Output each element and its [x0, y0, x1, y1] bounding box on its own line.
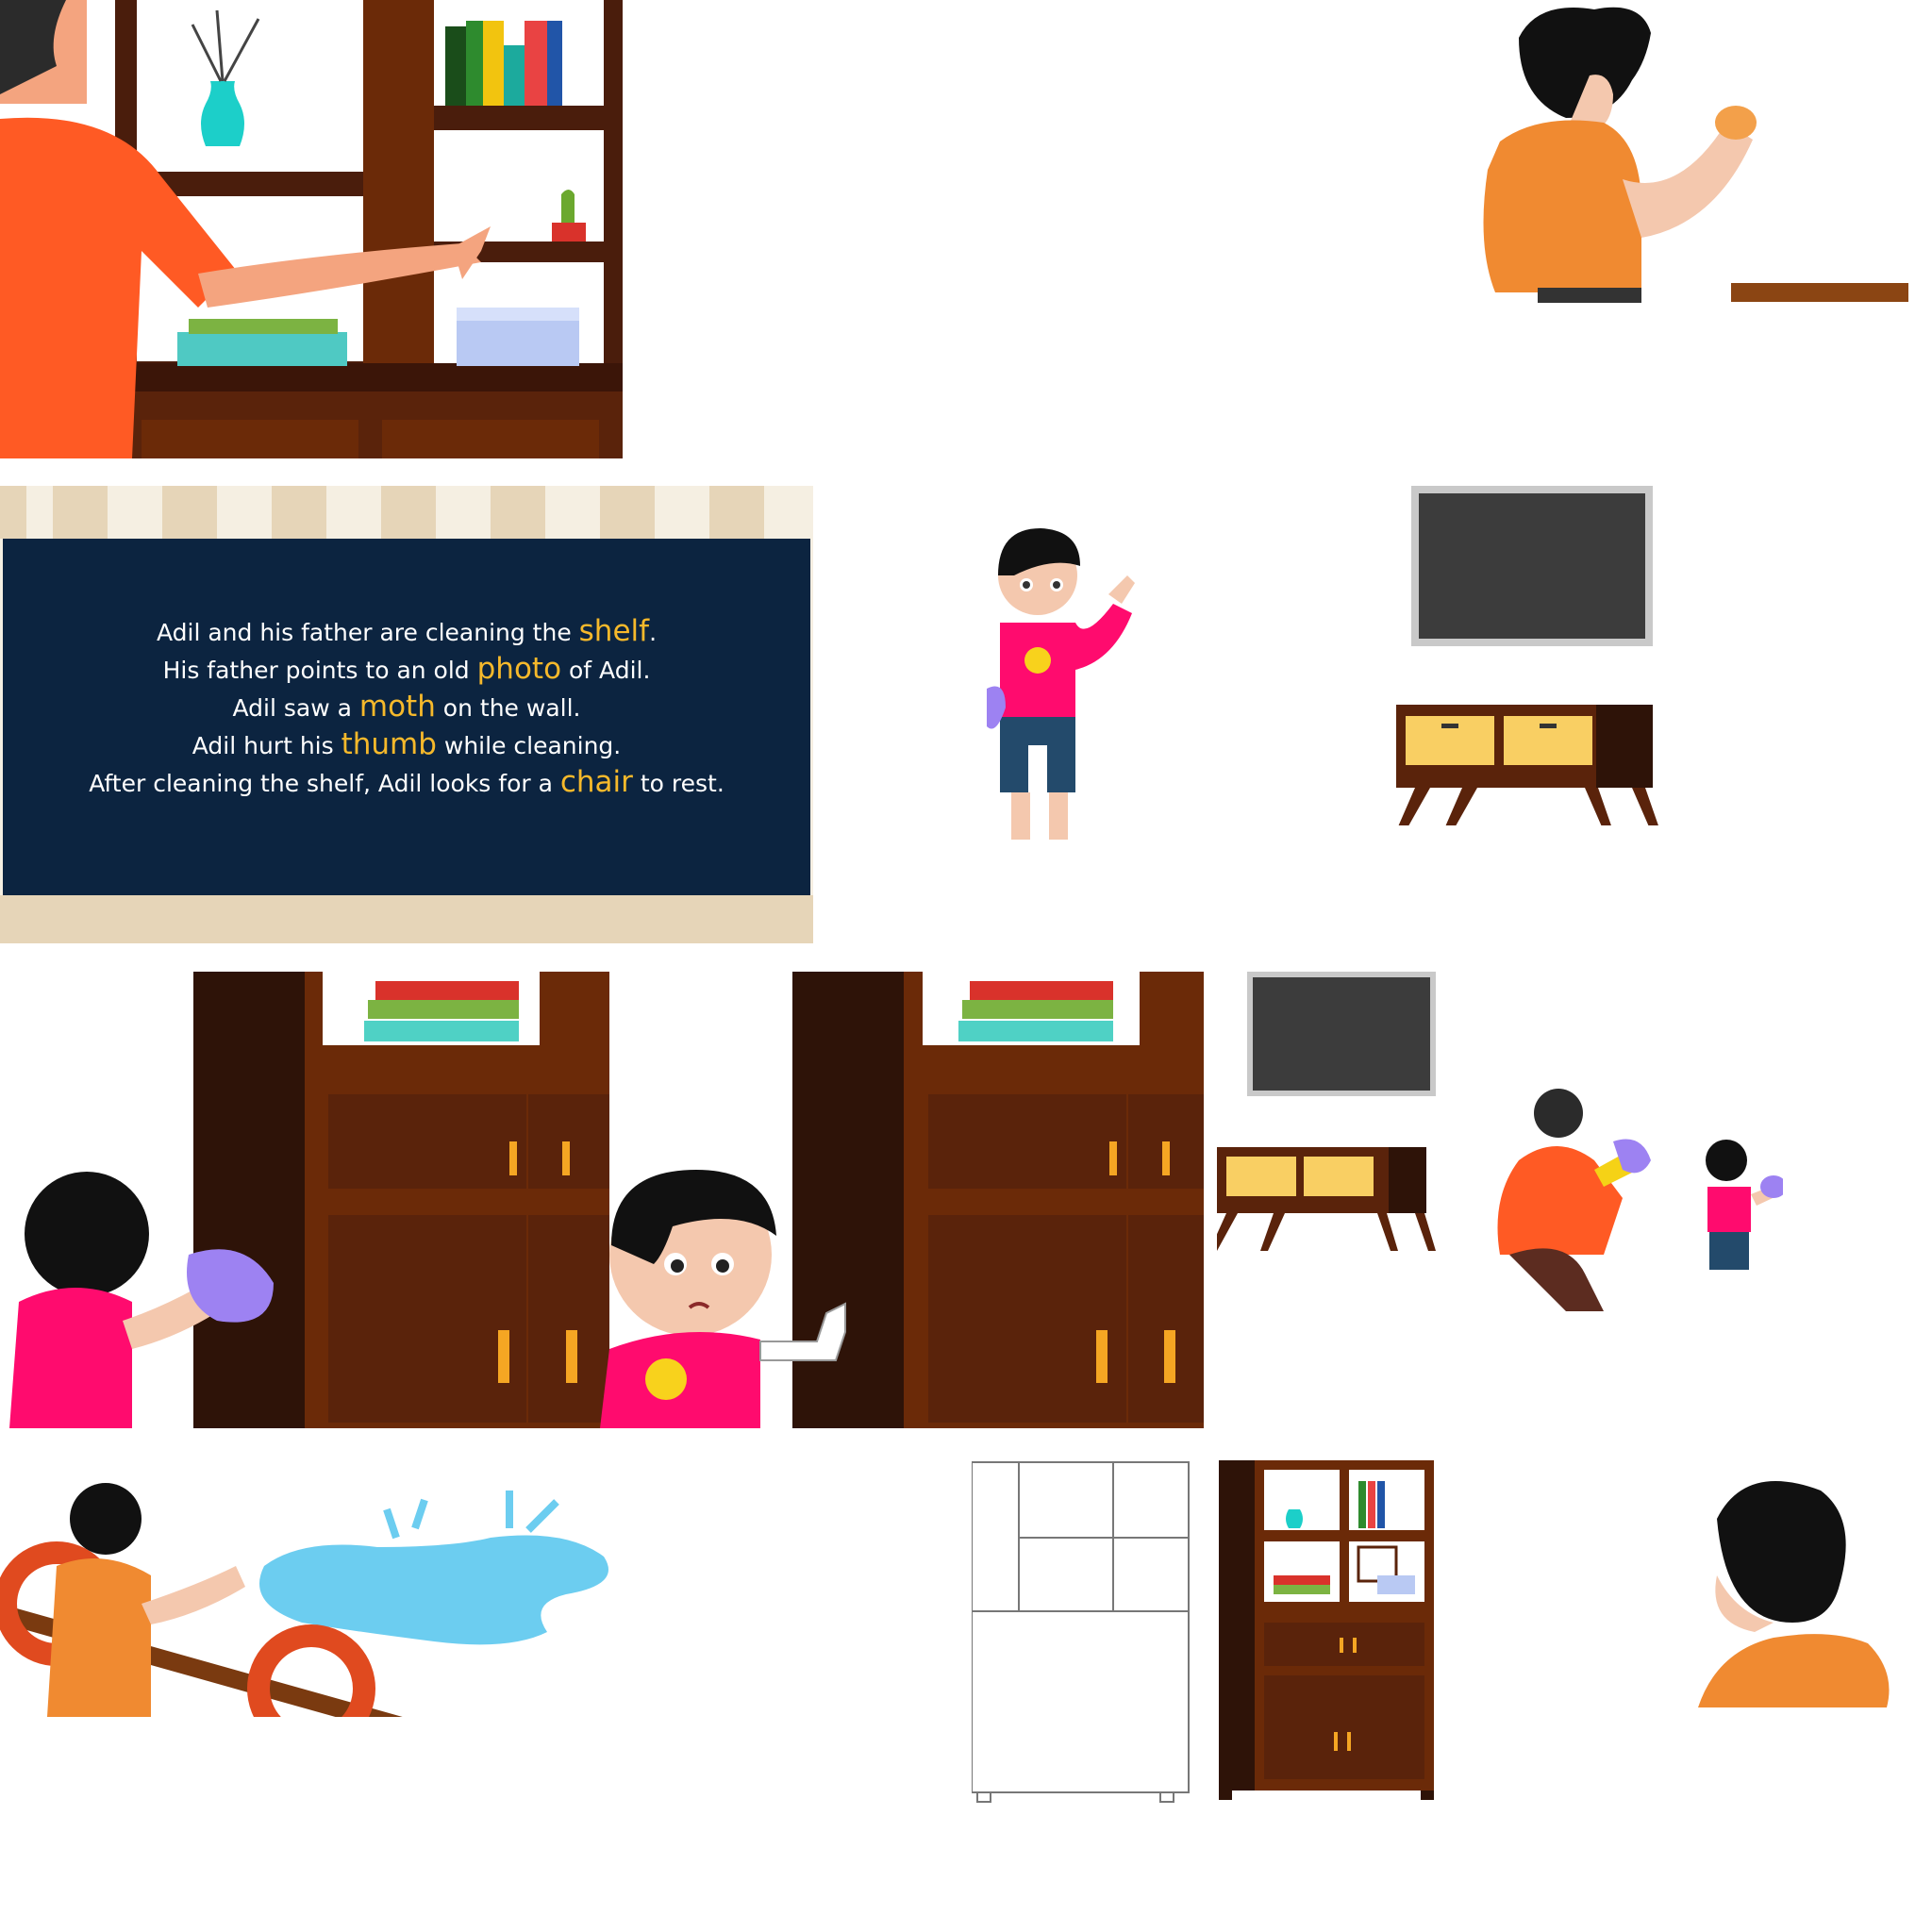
father-holding-shell [1481, 0, 1924, 311]
story-text: Adil and his father are cleaning the she… [0, 613, 813, 802]
father-shell-illustration [1483, 7, 1908, 303]
boy-thumbs-up [600, 972, 1204, 1428]
boy-thumbs-up-illustration [600, 972, 1204, 1428]
pool-illustration [0, 1483, 608, 1717]
tv-cabinet-illustration [1396, 486, 1658, 825]
shelf-pair-illustration [972, 1460, 1434, 1803]
boy-wiping-cupboard [0, 972, 609, 1428]
keyword: chair [559, 765, 633, 799]
story-line-1: Adil and his father are cleaning the she… [156, 614, 658, 648]
tv-and-cabinet [1377, 486, 1670, 825]
story-line-3: Adil saw a moth on the wall. [232, 690, 581, 724]
boy-cleaning-illustration [9, 972, 609, 1428]
father-and-son-cleaning [1217, 972, 1783, 1349]
story-line-5: After cleaning the shelf, Adil looks for… [89, 765, 724, 799]
father-head-back-view [1698, 1472, 1915, 1707]
boy-waving-with-cloth [972, 519, 1141, 858]
father-pointing-at-shelf [0, 0, 623, 458]
keyword: shelf [578, 614, 650, 648]
keyword: photo [476, 652, 562, 686]
keyword: moth [358, 690, 436, 724]
story-panel: Adil and his father are cleaning the she… [0, 486, 813, 943]
family-cleaning-illustration [1217, 972, 1783, 1311]
father-head-illustration [1698, 1481, 1890, 1707]
keyword: thumb [341, 727, 437, 761]
boy-waving-illustration [987, 528, 1135, 840]
shelf-outline-and-colored [972, 1453, 1443, 1821]
father-shelf-illustration [0, 0, 623, 458]
father-at-pool-with-life-rings [0, 1453, 613, 1717]
story-line-4: Adil hurt his thumb while cleaning. [192, 727, 622, 761]
story-line-2: His father points to an old photo of Adi… [162, 652, 651, 686]
